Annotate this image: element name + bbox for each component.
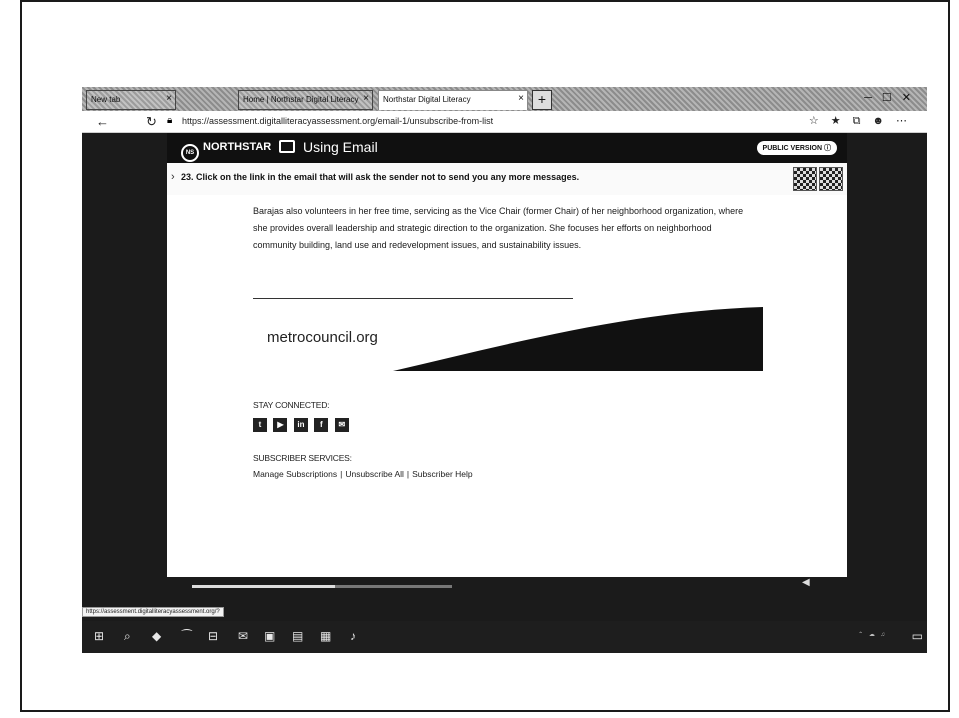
screen: New tab × Home | Northstar Digital Liter… xyxy=(82,87,927,653)
app-icon[interactable]: ♪ xyxy=(350,629,356,643)
close-tab-icon[interactable]: × xyxy=(363,93,369,104)
system-tray[interactable]: ⌃ ☁ ♫ xyxy=(858,631,887,638)
taskbar: ⊞ ⌕ ◆ ⁀ ⊟ ✉ ▣ ▤ ▦ ♪ ⌃ ☁ ♫ ▭ xyxy=(82,621,927,653)
tab-label: Home | Northstar Digital Literacy xyxy=(243,95,359,104)
unsubscribe-all-link[interactable]: Unsubscribe All xyxy=(345,469,404,479)
video-scrubber: ◀ xyxy=(82,577,927,607)
link-separator: | xyxy=(340,469,343,479)
subscriber-links: Manage Subscriptions | Unsubscribe All | Sub… xyxy=(253,469,473,479)
address-bar: ← ↻ 🔒︎ https://assessment.digitalliterac… xyxy=(82,111,927,133)
tab-label: Northstar Digital Literacy xyxy=(383,95,471,104)
browser-toolbar-icons[interactable]: ☆★⧉☻⋯ xyxy=(809,114,919,128)
northstar-logo-icon: NS xyxy=(181,144,199,162)
progress-bar[interactable] xyxy=(192,585,452,588)
manage-subscriptions-link[interactable]: Manage Subscriptions xyxy=(253,469,337,479)
public-version-button[interactable]: PUBLIC VERSION ⓘ xyxy=(756,141,837,155)
metrocouncil-banner[interactable]: metrocouncil.org xyxy=(253,303,763,371)
qr-code-icon xyxy=(819,167,843,191)
search-icon[interactable]: ⌕ xyxy=(124,629,131,644)
chevron-right-icon[interactable]: › xyxy=(171,171,175,183)
northstar-logo: NS NORTHSTAR xyxy=(181,141,271,162)
app-icon[interactable]: ▦ xyxy=(320,629,331,643)
close-tab-icon[interactable]: × xyxy=(166,93,172,104)
subscriber-services-label: SUBSCRIBER SERVICES: xyxy=(253,453,352,463)
northstar-header: NS NORTHSTAR Using Email PUBLIC VERSION ⓘ xyxy=(167,133,847,163)
social-icons-row: t ▶ in f ✉ xyxy=(253,414,351,432)
linkedin-icon[interactable]: in xyxy=(293,418,308,432)
app-icon[interactable]: ▣ xyxy=(264,629,275,643)
close-tab-icon[interactable]: × xyxy=(518,93,524,104)
back-icon[interactable]: ← xyxy=(96,114,109,129)
task-view-icon[interactable]: ⁀ xyxy=(182,629,192,643)
progress-fill xyxy=(192,585,335,588)
lock-icon: 🔒︎ xyxy=(167,115,173,126)
tab-label: New tab xyxy=(91,95,121,104)
window-controls[interactable]: ─☐✕ xyxy=(864,91,921,104)
banner-text: metrocouncil.org xyxy=(267,329,378,346)
start-icon[interactable]: ⊞ xyxy=(94,629,104,643)
notifications-icon[interactable]: ▭ xyxy=(912,629,923,643)
question-text: 23. Click on the link in the email that … xyxy=(181,172,580,182)
facebook-icon[interactable]: f xyxy=(314,418,329,432)
twitter-icon[interactable]: t xyxy=(253,418,267,432)
email-body: Barajas also volunteers in her free time… xyxy=(167,195,847,577)
email-icon[interactable]: ✉ xyxy=(334,418,349,432)
page-viewport: NS NORTHSTAR Using Email PUBLIC VERSION ⓘ… xyxy=(82,133,927,607)
mail-icon[interactable]: ✉ xyxy=(238,629,248,643)
refresh-icon[interactable]: ↻ xyxy=(146,114,157,130)
store-icon[interactable]: ⊟ xyxy=(208,629,218,643)
tab-northstar-active[interactable]: Northstar Digital Literacy × xyxy=(378,90,528,110)
stay-connected-label: STAY CONNECTED: xyxy=(253,400,330,410)
module-title: Using Email xyxy=(279,139,378,155)
url-field[interactable]: https://assessment.digitalliteracyassess… xyxy=(182,116,493,126)
browser-tab-strip: New tab × Home | Northstar Digital Liter… xyxy=(82,87,927,111)
cortana-icon[interactable]: ◆ xyxy=(152,629,161,643)
status-bar-url: https://assessment.digitalliteracyassess… xyxy=(82,607,224,617)
subscriber-help-link[interactable]: Subscriber Help xyxy=(412,469,472,479)
link-separator: | xyxy=(406,469,410,479)
tab-new-tab[interactable]: New tab × xyxy=(86,90,176,110)
envelope-icon xyxy=(279,140,295,153)
volume-icon[interactable]: ◀ xyxy=(802,577,810,588)
scan-frame: New tab × Home | Northstar Digital Liter… xyxy=(20,0,950,712)
app-icon[interactable]: ▤ xyxy=(292,629,303,643)
divider xyxy=(253,298,573,299)
bio-paragraph: Barajas also volunteers in her free time… xyxy=(253,206,744,250)
tab-home-northstar[interactable]: Home | Northstar Digital Literacy × xyxy=(238,90,373,110)
youtube-icon[interactable]: ▶ xyxy=(273,418,288,432)
question-bar: › 23. Click on the link in the email tha… xyxy=(167,163,847,196)
qr-code-icon xyxy=(793,167,817,191)
new-tab-button[interactable]: + xyxy=(532,90,552,110)
